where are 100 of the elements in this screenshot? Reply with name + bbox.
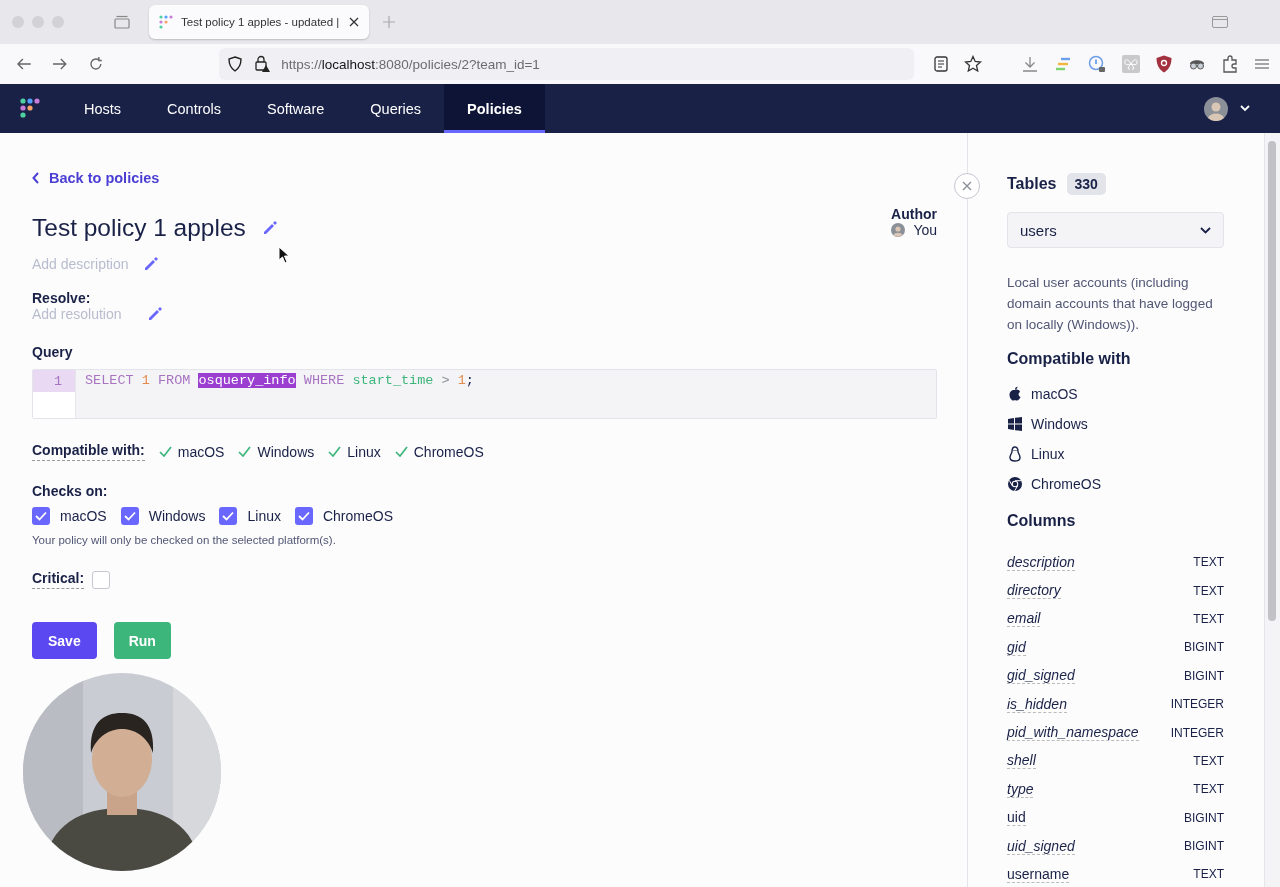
- column-name: description: [1007, 553, 1075, 571]
- puzzle-icon[interactable]: [1222, 55, 1238, 73]
- address-bar[interactable]: https://localhost:8080/policies/2?team_id=1: [219, 48, 914, 80]
- checkbox[interactable]: [120, 507, 139, 525]
- query-editor[interactable]: 1 SELECT 1 FROM osquery_info WHERE start_time > 1;: [32, 369, 937, 419]
- count-badge: 330: [1066, 173, 1106, 195]
- column-type: BIGINT: [1184, 668, 1224, 683]
- download-icon[interactable]: [1022, 56, 1038, 72]
- tab-list-icon[interactable]: [114, 15, 130, 29]
- checkbox[interactable]: [92, 570, 111, 589]
- reload-icon[interactable]: [87, 56, 104, 72]
- checks-label: Checks on:: [32, 483, 108, 499]
- column-type: TEXT: [1193, 555, 1224, 570]
- shield-badge-icon[interactable]: [1156, 55, 1172, 73]
- forward-icon[interactable]: [51, 57, 68, 71]
- check-icon: [158, 446, 172, 457]
- tab-title: Test policy 1 apples - updated |: [181, 16, 341, 28]
- menu-icon[interactable]: [1254, 57, 1270, 71]
- checkbox[interactable]: [32, 507, 50, 525]
- windows-icon: [1007, 416, 1023, 432]
- platform-name: macOS: [177, 443, 225, 460]
- star-icon[interactable]: [964, 55, 982, 73]
- checkbox[interactable]: [219, 507, 238, 525]
- column-name: type: [1007, 780, 1034, 798]
- check-icon: [238, 446, 252, 457]
- checkbox-label: Linux: [247, 508, 281, 524]
- check-icon: [328, 446, 342, 457]
- chevron-left-icon: [32, 172, 40, 184]
- chevron-down-icon: [1200, 226, 1211, 234]
- tables-heading: Tables: [1007, 175, 1057, 193]
- column-name: is_hidden: [1007, 695, 1067, 713]
- window-icon[interactable]: [1212, 16, 1228, 28]
- column-name: gid: [1007, 638, 1026, 656]
- nav-tab[interactable]: Policies: [444, 84, 545, 133]
- edit-icon[interactable]: [146, 306, 163, 322]
- column-name: gid_signed: [1007, 667, 1075, 685]
- checkbox-label: macOS: [60, 508, 107, 524]
- author-name: You: [913, 222, 937, 238]
- logo-icon: [159, 15, 173, 29]
- column-name: username: [1007, 866, 1070, 883]
- back-icon[interactable]: [16, 57, 32, 71]
- key-lock-icon[interactable]: [1088, 55, 1106, 73]
- compatible-label: Compatible with:: [32, 442, 145, 461]
- column-type: TEXT: [1193, 782, 1224, 797]
- browser-tab[interactable]: Test policy 1 apples - updated |: [149, 5, 369, 39]
- platform-name: ChromeOS: [1031, 476, 1102, 492]
- avatar-icon[interactable]: [1204, 96, 1228, 121]
- column-type: INTEGER: [1170, 725, 1224, 740]
- table-dropdown[interactable]: users: [1007, 212, 1224, 248]
- save-button[interactable]: Save: [32, 622, 97, 659]
- column-type: INTEGER: [1170, 697, 1224, 712]
- check-icon: [394, 446, 408, 457]
- scrollbar-thumb[interactable]: [1268, 141, 1276, 621]
- penguin-icon: [1007, 446, 1023, 462]
- checkbox[interactable]: [294, 507, 313, 525]
- nav-tab[interactable]: Controls: [144, 84, 245, 133]
- platform-name: Linux: [347, 443, 381, 460]
- caret-icon[interactable]: [1240, 105, 1250, 112]
- tick-icon: [35, 511, 47, 521]
- column-name: directory: [1007, 582, 1061, 600]
- column-name: pid_with_namespace: [1007, 724, 1139, 742]
- columns-heading: Columns: [1007, 512, 1077, 530]
- chrome-icon: [1007, 476, 1023, 492]
- column-type: TEXT: [1193, 753, 1224, 768]
- nav-tab[interactable]: Software: [244, 84, 348, 133]
- stripes-icon[interactable]: [1054, 57, 1072, 71]
- reader-view-icon[interactable]: [934, 56, 948, 72]
- column-type: TEXT: [1193, 867, 1224, 882]
- code-line: SELECT 1 FROM osquery_info WHERE start_time > 1;: [84, 372, 474, 390]
- platform-name: Linux: [1031, 446, 1065, 462]
- platform-name: Windows: [257, 443, 315, 460]
- edit-icon[interactable]: [261, 220, 278, 236]
- close-icon: [962, 181, 972, 191]
- cursor-icon: [278, 246, 290, 264]
- close-icon[interactable]: [349, 17, 359, 27]
- shield-icon: [227, 56, 244, 72]
- edit-icon[interactable]: [142, 256, 159, 272]
- checkbox-label: Windows: [148, 508, 206, 524]
- apple-icon: [1007, 386, 1023, 402]
- close-button[interactable]: [954, 173, 980, 199]
- url-text: https://localhost:8080/policies/2?team_id=1: [281, 56, 540, 72]
- fleet-logo-icon[interactable]: [20, 97, 40, 120]
- line-number: 1: [33, 370, 75, 392]
- platform-name: macOS: [1031, 386, 1078, 402]
- platform-name: Windows: [1031, 416, 1088, 432]
- nav-tab[interactable]: Queries: [347, 84, 445, 133]
- query-label: Query: [32, 344, 73, 360]
- column-type: TEXT: [1193, 611, 1224, 626]
- column-name: shell: [1007, 752, 1036, 770]
- tick-icon: [222, 511, 235, 521]
- nav-tab[interactable]: Hosts: [61, 84, 145, 133]
- platform-name: ChromeOS: [413, 443, 484, 460]
- policy-title: Test policy 1 apples: [32, 214, 246, 242]
- column-name: uid: [1007, 809, 1026, 827]
- lock-icon: [253, 55, 272, 73]
- resolve-label: Resolve:: [32, 290, 91, 306]
- column-type: BIGINT: [1184, 839, 1224, 854]
- back-link[interactable]: Back to policies: [32, 170, 160, 186]
- column-name: uid_signed: [1007, 837, 1075, 855]
- table-description: Local user accounts (including domain accounts that have logged on locally (Windows)).: [1007, 274, 1214, 334]
